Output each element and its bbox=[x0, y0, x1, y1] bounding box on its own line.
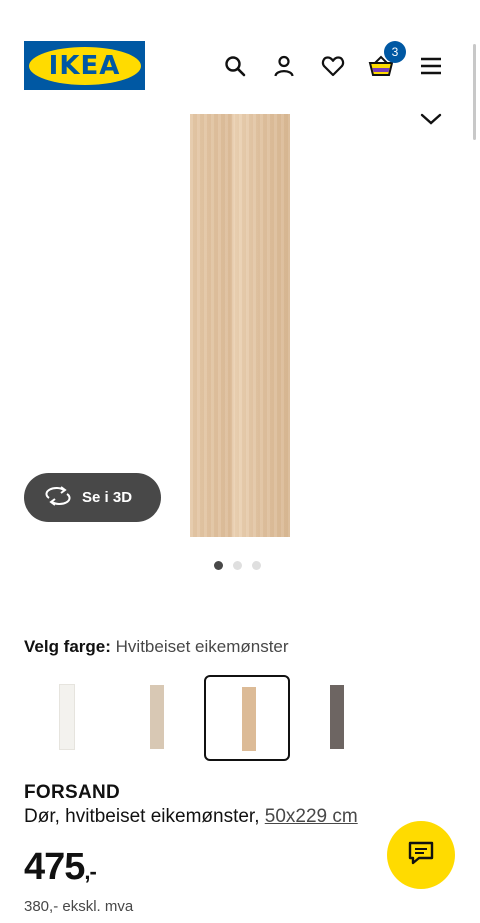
swatch-panel bbox=[242, 687, 256, 751]
color-label-value: Hvitbeiset eikemønster bbox=[115, 637, 289, 656]
swatch-panel bbox=[330, 685, 344, 749]
chat-button[interactable] bbox=[387, 821, 455, 889]
product-name: FORSAND bbox=[24, 782, 121, 803]
site-header: IKEA 3 bbox=[0, 0, 480, 110]
product-image[interactable] bbox=[190, 114, 290, 537]
product-description: Dør, hvitbeiset eikemønster, 50x229 cm bbox=[24, 806, 358, 828]
cart-count-badge: 3 bbox=[384, 41, 406, 63]
product-description-text: Dør, hvitbeiset eikemønster, bbox=[24, 806, 260, 827]
pagination-dot[interactable] bbox=[214, 561, 223, 570]
price-excl-vat: 380,- ekskl. mva bbox=[24, 898, 134, 915]
heart-icon[interactable] bbox=[317, 50, 349, 82]
chevron-down-icon[interactable] bbox=[418, 106, 444, 132]
color-label-title: Velg farge: bbox=[24, 637, 111, 656]
menu-icon[interactable] bbox=[415, 50, 447, 82]
view-3d-label: Se i 3D bbox=[82, 489, 133, 506]
price-suffix: ,- bbox=[84, 859, 96, 884]
color-swatches bbox=[24, 675, 384, 761]
swatch-white-stained-oak[interactable] bbox=[204, 675, 290, 761]
search-icon[interactable] bbox=[219, 50, 251, 82]
rotate-3d-icon bbox=[44, 485, 72, 510]
swatch-beige[interactable] bbox=[114, 675, 200, 761]
view-3d-button[interactable]: Se i 3D bbox=[24, 473, 161, 522]
scrollbar[interactable] bbox=[473, 44, 476, 140]
logo-text: IKEA bbox=[28, 46, 141, 85]
ikea-logo[interactable]: IKEA bbox=[24, 41, 145, 90]
product-dimensions-link[interactable]: 50x229 cm bbox=[265, 806, 358, 827]
pagination-dot[interactable] bbox=[233, 561, 242, 570]
product-price: 475,- bbox=[24, 846, 97, 889]
swatch-white[interactable] bbox=[24, 675, 110, 761]
price-value: 475 bbox=[24, 846, 85, 888]
pagination-dot[interactable] bbox=[252, 561, 261, 570]
profile-icon[interactable] bbox=[268, 50, 300, 82]
swatch-grey[interactable] bbox=[294, 675, 380, 761]
chat-icon bbox=[407, 840, 435, 871]
color-selection-label: Velg farge: Hvitbeiset eikemønster bbox=[24, 637, 289, 657]
gallery-pagination bbox=[214, 561, 261, 570]
swatch-panel bbox=[60, 685, 74, 749]
swatch-panel bbox=[150, 685, 164, 749]
